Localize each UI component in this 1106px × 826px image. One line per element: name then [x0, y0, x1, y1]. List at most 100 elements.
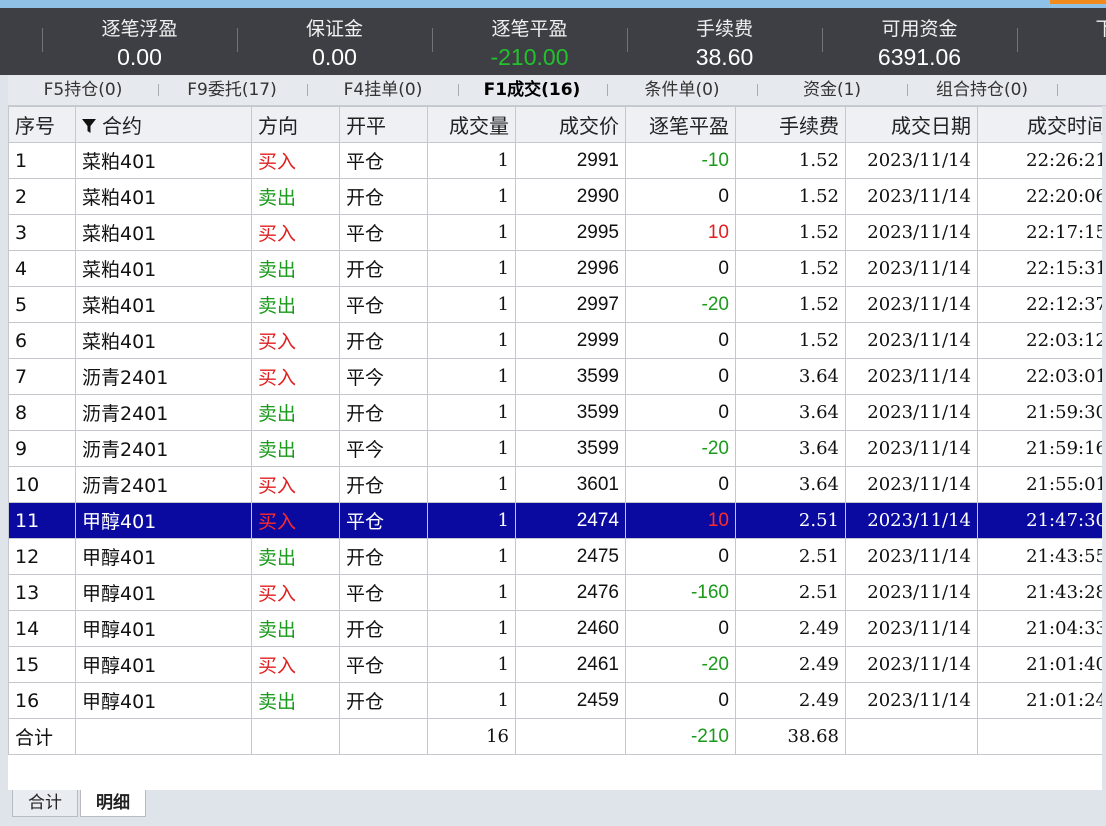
cell-open-close: 平仓 — [339, 142, 428, 179]
right-edge — [1102, 106, 1106, 790]
tab-separator — [158, 84, 159, 96]
cell-open-close: 开仓 — [339, 394, 428, 431]
tab-separator — [757, 84, 758, 96]
cell-contract: 甲醇401 — [75, 538, 252, 575]
table-row[interactable]: 11 甲醇401 买入 平仓 1 2474 10 2.51 2023/11/14 21:47:30 — [8, 502, 1106, 539]
cell-time: 21:01:40 — [977, 646, 1106, 683]
tab-separator — [607, 84, 608, 96]
table-row[interactable]: 16 甲醇401 卖出 开仓 1 2459 0 2.49 2023/11/14 21:01:24 — [8, 682, 1106, 719]
column-header[interactable]: 序号 — [8, 106, 76, 143]
tab-4[interactable]: 条件单(0) — [612, 75, 752, 105]
column-header[interactable]: 成交量 — [427, 106, 516, 143]
column-header[interactable]: 逐笔平盈 — [625, 106, 736, 143]
table-row[interactable]: 6 菜粕401 买入 开仓 1 2999 0 1.52 2023/11/14 22:03:12 — [8, 322, 1106, 359]
table-row[interactable]: 9 沥青2401 卖出 平今 1 3599 -20 3.64 2023/11/14 21:59:1… — [8, 430, 1106, 467]
table-row[interactable]: 14 甲醇401 卖出 开仓 1 2460 0 2.49 2023/11/14 21:04:33 — [8, 610, 1106, 647]
empty-cell — [515, 718, 626, 755]
cell-quantity: 1 — [427, 322, 516, 359]
cell-contract: 菜粕401 — [75, 250, 252, 287]
cell-direction: 卖出 — [251, 178, 340, 215]
cell-contract: 甲醇401 — [75, 682, 252, 719]
tab-6[interactable]: 组合持仓(0) — [912, 75, 1052, 105]
tab-2[interactable]: F4挂单(0) — [313, 75, 453, 105]
column-header[interactable]: 成交价 — [515, 106, 626, 143]
column-header[interactable]: 方向 — [251, 106, 340, 143]
cell-date: 2023/11/14 — [845, 358, 978, 395]
cell-fee: 1.52 — [735, 286, 846, 323]
tab-0[interactable]: F5持仓(0) — [13, 75, 153, 105]
cell-contract: 菜粕401 — [75, 178, 252, 215]
cell-direction: 卖出 — [251, 610, 340, 647]
cell-time: 22:12:37 — [977, 286, 1106, 323]
summary-value: 0.00 — [117, 44, 162, 70]
cell-quantity: 1 — [427, 142, 516, 179]
column-header[interactable]: 手续费 — [735, 106, 846, 143]
cell-quantity: 1 — [427, 394, 516, 431]
cell-no: 7 — [8, 358, 76, 395]
trades-grid: 序号 合约 方向 开平 成交量 成交价 逐笔平盈 手续费 成交日期 成交时间 1 菜粕401 买入 平仓… — [8, 106, 1106, 790]
panel-tabs: F5持仓(0) F9委托(17) F4挂单(0) F1成交(16) 条件单(0) 资金(1… — [8, 75, 1106, 106]
column-header[interactable]: 成交时间 — [977, 106, 1106, 143]
table-row[interactable]: 1 菜粕401 买入 平仓 1 2991 -10 1.52 2023/11/14 22:26:21 — [8, 142, 1106, 179]
cell-contract: 菜粕401 — [75, 322, 252, 359]
cell-open-close: 开仓 — [339, 178, 428, 215]
summary-cell: 可用资金 6391.06 — [822, 8, 1017, 75]
table-row[interactable]: 13 甲醇401 买入 平仓 1 2476 -160 2.51 2023/11/14 21:43:… — [8, 574, 1106, 611]
cell-fee: 2.49 — [735, 682, 846, 719]
cell-direction: 卖出 — [251, 394, 340, 431]
column-header[interactable]: 合约 — [75, 106, 252, 143]
table-row[interactable]: 10 沥青2401 买入 开仓 1 3601 0 3.64 2023/11/14 21:55:01 — [8, 466, 1106, 503]
summary-value: 38.60 — [695, 44, 754, 70]
cell-open-close: 平仓 — [339, 502, 428, 539]
tab-1[interactable]: F9委托(17) — [162, 75, 302, 105]
cell-open-close: 平今 — [339, 358, 428, 395]
cell-time: 22:20:06 — [977, 178, 1106, 215]
total-row: 合计 16 -210 38.68 — [8, 718, 1106, 755]
cell-fee: 2.51 — [735, 538, 846, 575]
cell-date: 2023/11/14 — [845, 142, 978, 179]
cell-contract: 甲醇401 — [75, 646, 252, 683]
cell-price: 2999 — [515, 322, 626, 359]
cell-quantity: 1 — [427, 178, 516, 215]
cell-date: 2023/11/14 — [845, 502, 978, 539]
bottom-tab-0[interactable]: 合计 — [12, 790, 78, 817]
cell-no: 1 — [8, 142, 76, 179]
cell-fee: 1.52 — [735, 250, 846, 287]
filter-icon[interactable] — [82, 114, 102, 138]
cell-time: 21:04:33 — [977, 610, 1106, 647]
cell-no: 16 — [8, 682, 76, 719]
cell-no: 11 — [8, 502, 76, 539]
cell-no: 6 — [8, 322, 76, 359]
table-row[interactable]: 7 沥青2401 买入 平今 1 3599 0 3.64 2023/11/14 22:03:01 — [8, 358, 1106, 395]
cell-date: 2023/11/14 — [845, 322, 978, 359]
table-row[interactable]: 8 沥青2401 卖出 开仓 1 3599 0 3.64 2023/11/14 21:59:30 — [8, 394, 1106, 431]
cell-open-close: 平仓 — [339, 214, 428, 251]
cell-contract: 菜粕401 — [75, 286, 252, 323]
orange-indicator — [1050, 0, 1106, 4]
table-row[interactable]: 2 菜粕401 卖出 开仓 1 2990 0 1.52 2023/11/14 22:20:06 — [8, 178, 1106, 215]
cell-no: 15 — [8, 646, 76, 683]
cell-date: 2023/11/14 — [845, 538, 978, 575]
cell-open-close: 开仓 — [339, 322, 428, 359]
table-row[interactable]: 12 甲醇401 卖出 开仓 1 2475 0 2.51 2023/11/14 21:43:55 — [8, 538, 1106, 575]
summary-cell: 逐笔平盈 -210.00 — [432, 8, 627, 75]
table-row[interactable]: 15 甲醇401 买入 平仓 1 2461 -20 2.49 2023/11/14 21:01:4… — [8, 646, 1106, 683]
column-header[interactable]: 开平 — [339, 106, 428, 143]
cell-direction: 买入 — [251, 574, 340, 611]
cell-pnl: 0 — [625, 538, 736, 575]
column-header[interactable]: 成交日期 — [845, 106, 978, 143]
cell-time: 22:17:15 — [977, 214, 1106, 251]
tab-5[interactable]: 资金(1) — [762, 75, 902, 105]
bottom-tab-1[interactable]: 明细 — [80, 790, 146, 817]
tab-3[interactable]: F1成交(16) — [462, 75, 602, 105]
cell-open-close: 平今 — [339, 430, 428, 467]
table-row[interactable]: 3 菜粕401 买入 平仓 1 2995 10 1.52 2023/11/14 22:17:15 — [8, 214, 1106, 251]
summary-separator — [42, 28, 43, 52]
cell-price: 3599 — [515, 358, 626, 395]
cell-no: 8 — [8, 394, 76, 431]
column-header-label: 成交价 — [559, 114, 619, 138]
cell-pnl: 0 — [625, 394, 736, 431]
cell-price: 2461 — [515, 646, 626, 683]
table-row[interactable]: 4 菜粕401 卖出 开仓 1 2996 0 1.52 2023/11/14 22:15:31 — [8, 250, 1106, 287]
table-row[interactable]: 5 菜粕401 卖出 平仓 1 2997 -20 1.52 2023/11/14 22:12:37 — [8, 286, 1106, 323]
